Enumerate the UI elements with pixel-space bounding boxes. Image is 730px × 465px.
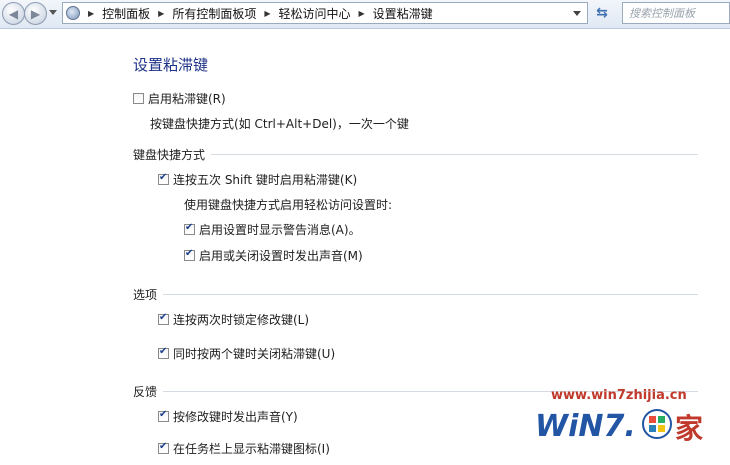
checkbox-box[interactable] — [184, 248, 195, 261]
svg-text:家: 家 — [675, 412, 703, 445]
svg-text:WiN7.: WiN7. — [535, 409, 636, 444]
breadcrumb-control-panel[interactable]: 控制面板 — [102, 5, 150, 22]
breadcrumb-sticky-keys[interactable]: 设置粘滞键 — [373, 5, 433, 22]
checkbox-label: 在任务栏上显示粘滞键图标(I) — [173, 442, 330, 456]
section-heading: 键盘快捷方式 — [133, 148, 206, 162]
shortcut-sub-heading: 使用键盘快捷方式启用轻松访问设置时: — [184, 198, 393, 212]
checkbox-label: 同时按两个键时关闭粘滞键(U) — [173, 347, 336, 361]
section-heading: 选项 — [133, 288, 158, 302]
checkbox-label: 启用设置时显示警告消息(A)。 — [199, 223, 361, 237]
chevron-right-icon[interactable]: ▶ — [88, 9, 94, 18]
forward-button[interactable]: ▶ — [24, 2, 47, 25]
address-bar[interactable]: ▶ 控制面板 ▶ 所有控制面板项 ▶ 轻松访问中心 ▶ 设置粘滞键 — [62, 2, 588, 24]
breadcrumb-ease-of-access[interactable]: 轻松访问中心 — [279, 5, 351, 22]
enable-sticky-description: 按键盘快捷方式(如 Ctrl+Alt+Del)，一次一个键 — [150, 117, 409, 131]
checkbox-box[interactable] — [184, 222, 195, 235]
section-divider — [211, 154, 698, 155]
lock-modifier-checkbox[interactable]: 连按两次时锁定修改键(L) — [158, 311, 309, 328]
page-title: 设置粘滞键 — [133, 56, 209, 74]
watermark-url: www.win7zhijia.cn — [551, 388, 687, 403]
watermark-logo: WiN7. 家 — [535, 409, 703, 445]
play-sound-checkbox[interactable]: 启用或关闭设置时发出声音(M) — [184, 247, 363, 264]
checkbox-box[interactable] — [158, 409, 169, 422]
forward-arrow-icon: ▶ — [30, 6, 41, 21]
control-panel-icon — [66, 6, 80, 20]
refresh-icon: ⇆ — [596, 5, 608, 21]
section-heading: 反馈 — [133, 385, 158, 399]
checkbox-box[interactable] — [158, 441, 169, 454]
taskbar-icon-checkbox[interactable]: 在任务栏上显示粘滞键图标(I) — [158, 440, 330, 457]
search-placeholder: 搜索控制面板 — [629, 7, 695, 20]
back-arrow-icon: ◀ — [8, 6, 19, 21]
section-divider — [163, 294, 698, 295]
checkbox-box[interactable] — [158, 346, 169, 359]
checkbox-label: 启用粘滞键(R) — [148, 92, 226, 106]
checkbox-box[interactable] — [158, 172, 169, 185]
search-input[interactable]: 搜索控制面板 — [622, 2, 730, 24]
enable-sticky-keys-checkbox[interactable]: 启用粘滞键(R) — [133, 90, 226, 107]
back-button[interactable]: ◀ — [2, 2, 25, 25]
checkbox-label: 连按两次时锁定修改键(L) — [173, 313, 310, 327]
address-dropdown-icon[interactable] — [573, 11, 581, 16]
shift-five-times-checkbox[interactable]: 连按五次 Shift 键时启用粘滞键(K) — [158, 171, 357, 188]
navigation-bar: ◀ ▶ ▶ 控制面板 ▶ 所有控制面板项 ▶ 轻松访问中心 ▶ 设置粘滞键 ⇆ … — [0, 0, 730, 29]
recent-pages-dropdown-icon[interactable] — [49, 10, 57, 15]
checkbox-label: 按修改键时发出声音(Y) — [173, 410, 298, 424]
chevron-right-icon[interactable]: ▶ — [359, 9, 365, 18]
chevron-right-icon[interactable]: ▶ — [158, 9, 164, 18]
refresh-button[interactable]: ⇆ — [590, 2, 614, 24]
checkbox-label: 启用或关闭设置时发出声音(M) — [199, 249, 363, 263]
checkbox-box[interactable] — [158, 312, 169, 325]
show-warning-checkbox[interactable]: 启用设置时显示警告消息(A)。 — [184, 221, 361, 238]
checkbox-box[interactable] — [133, 93, 144, 104]
chevron-right-icon[interactable]: ▶ — [264, 9, 270, 18]
section-options: 选项 — [133, 286, 698, 303]
two-keys-off-checkbox[interactable]: 同时按两个键时关闭粘滞键(U) — [158, 345, 335, 362]
breadcrumb-all-items[interactable]: 所有控制面板项 — [172, 5, 256, 22]
checkbox-label: 连按五次 Shift 键时启用粘滞键(K) — [173, 173, 358, 187]
modifier-sound-checkbox[interactable]: 按修改键时发出声音(Y) — [158, 408, 298, 425]
section-keyboard-shortcut: 键盘快捷方式 — [133, 146, 698, 163]
